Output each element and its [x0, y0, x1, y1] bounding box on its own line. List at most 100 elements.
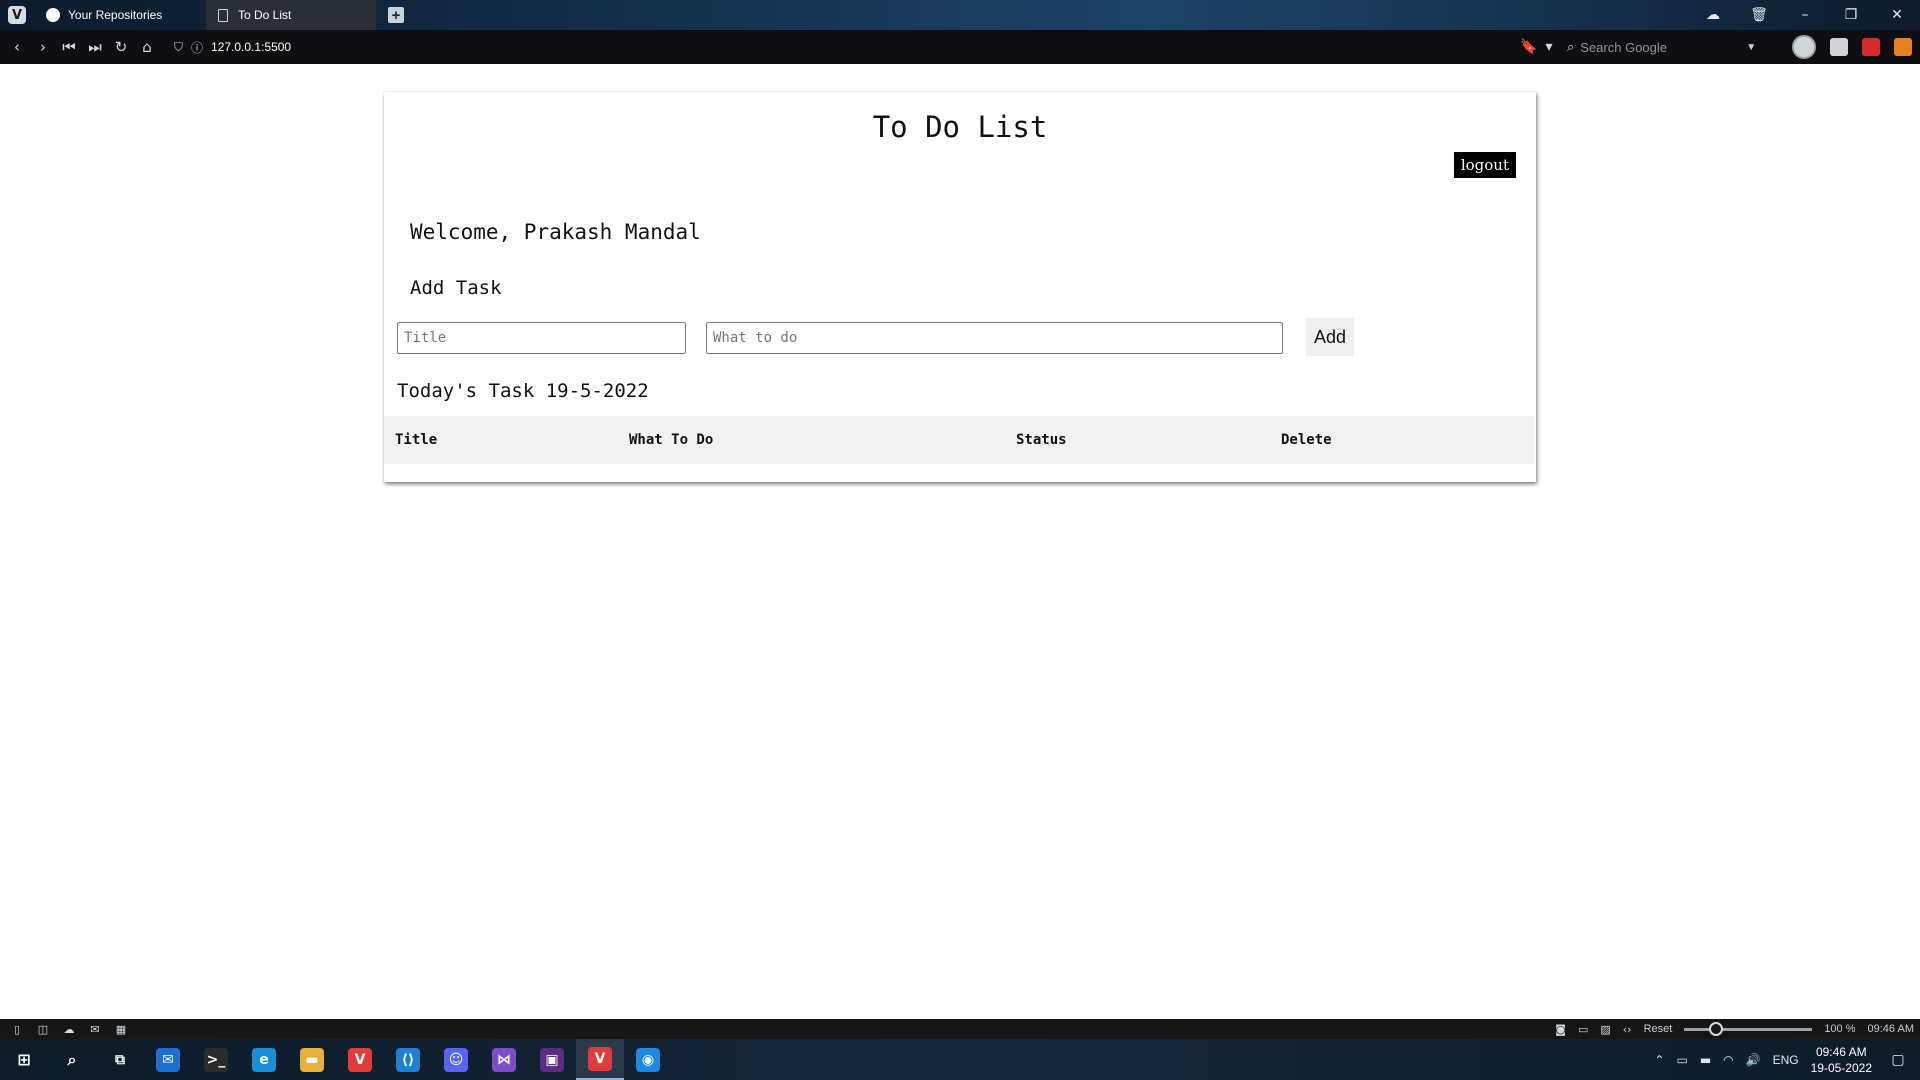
rider-icon: ▣ — [540, 1047, 564, 1072]
tab-label: Your Repositories — [68, 8, 163, 22]
clock-date: 19-05-2022 — [1810, 1060, 1872, 1075]
rewind-icon[interactable]: ⏮ — [56, 34, 82, 60]
cloud-icon[interactable]: ☁ — [62, 1023, 76, 1036]
site-info-icon[interactable]: ⓘ — [191, 39, 203, 56]
taskbar-app-vivaldi[interactable]: V — [336, 1039, 384, 1080]
chevron-down-icon[interactable]: ▾ — [1539, 39, 1559, 55]
task-table: Title What To Do Status Delete — [384, 416, 1534, 464]
zoom-level: 100 % — [1824, 1023, 1856, 1035]
file-explorer-icon: ▬ — [300, 1047, 324, 1072]
metamask-fox-icon[interactable] — [1894, 38, 1912, 56]
vivaldi-icon: V — [348, 1047, 372, 1072]
url-text[interactable]: 127.0.0.1:5500 — [211, 40, 291, 54]
taskbar-app-rider[interactable]: ▣ — [528, 1039, 576, 1080]
search-field[interactable]: ⌕ ▼ — [1567, 35, 1782, 59]
profile-avatar[interactable] — [1792, 35, 1816, 59]
panel-toggles: ▯ ◫ ☁ ✉ ▦ — [10, 1023, 128, 1036]
task-view-icon: ⧉ — [115, 1051, 125, 1068]
status-bar-right: ◙ ▭ ▨ ‹› Reset 100 % 09:46 AM — [1555, 1019, 1914, 1039]
firefox-dev-icon: ◉ — [636, 1047, 660, 1072]
cloud-sync-icon[interactable]: ☁ — [1690, 7, 1736, 23]
taskbar-app-vivaldi-active[interactable]: V — [576, 1039, 624, 1080]
column-header-what-to-do: What To Do — [629, 432, 714, 448]
url-field[interactable]: ⛉ ⓘ 127.0.0.1:5500 — [174, 39, 291, 56]
minimize-button[interactable]: – — [1782, 7, 1828, 23]
window-icon[interactable]: ▭ — [1578, 1023, 1588, 1036]
back-icon[interactable]: ‹ — [4, 34, 30, 60]
language-indicator[interactable]: ENG — [1773, 1053, 1799, 1067]
clock-time: 09:46 AM — [1815, 1044, 1867, 1059]
panel-toggle-icon[interactable]: ▯ — [10, 1023, 24, 1036]
tab-your-repositories[interactable]: Your Repositories — [36, 0, 206, 30]
code-icon[interactable]: ‹› — [1623, 1023, 1632, 1036]
tile-tabs-icon[interactable]: ◫ — [36, 1023, 50, 1036]
taskbar-app-firefox-dev[interactable]: ◉ — [624, 1039, 672, 1080]
vivaldi-active-icon: V — [588, 1046, 612, 1071]
start-button[interactable]: ⊞ — [0, 1039, 48, 1080]
taskbar-clock[interactable]: 09:46 AM 19-05-2022 — [1811, 1044, 1872, 1076]
taskbar-app-discord[interactable]: ☺ — [432, 1039, 480, 1080]
search-input[interactable] — [1580, 39, 1741, 55]
browser-status-bar: ▯ ◫ ☁ ✉ ▦ ◙ ▭ ▨ ‹› Reset 100 % 09:46 AM — [0, 1019, 1920, 1039]
shield-icon[interactable]: ⛉ — [174, 40, 183, 55]
zoom-reset-button[interactable]: Reset — [1644, 1023, 1673, 1035]
notification-center-icon[interactable]: ▢ — [1884, 1039, 1912, 1080]
system-tray: ⌃ ▭ ▬ ◠ 🔊 ENG 09:46 AM 19-05-2022 ▢ — [1654, 1039, 1920, 1080]
page-title: To Do List — [872, 110, 1048, 144]
task-view-button[interactable]: ⧉ — [96, 1039, 144, 1080]
address-bar-right: 🔖 ▾ ⌕ ▼ — [1519, 30, 1920, 64]
close-button[interactable]: ✕ — [1874, 7, 1920, 23]
visual-studio-icon: ⋈ — [492, 1047, 516, 1072]
discord-icon: ☺ — [444, 1047, 468, 1072]
new-tab-button[interactable]: + — [388, 7, 404, 23]
welcome-text: Welcome, Prakash Mandal — [410, 220, 701, 244]
address-bar: ‹ › ⏮ ⏭ ↻ ⌂ ⛉ ⓘ 127.0.0.1:5500 🔖 ▾ ⌕ ▼ — [0, 30, 1920, 64]
search-icon: ⌕ — [1567, 39, 1575, 55]
mail-icon[interactable]: ✉ — [88, 1023, 102, 1036]
search-icon: ⌕ — [67, 1049, 77, 1069]
github-icon — [46, 8, 60, 22]
tab-to-do-list[interactable]: To Do List — [206, 0, 376, 30]
extension-red-icon[interactable] — [1862, 38, 1880, 56]
bookmark-icon[interactable]: 🔖 — [1519, 39, 1539, 55]
restore-button[interactable]: ❐ — [1828, 7, 1874, 23]
trash-icon[interactable]: 🗑 — [1736, 7, 1782, 23]
logout-button[interactable]: logout — [1453, 152, 1516, 178]
volume-icon[interactable]: 🔊 — [1746, 1053, 1761, 1067]
battery-icon[interactable]: ▬ — [1700, 1053, 1711, 1067]
search-engine-dropdown-icon[interactable]: ▼ — [1746, 42, 1756, 53]
calendar-icon[interactable]: ▦ — [114, 1023, 128, 1036]
device-icon[interactable]: ▭ — [1676, 1053, 1687, 1067]
window-controls: ☁ 🗑 – ❐ ✕ — [1690, 0, 1920, 30]
add-button[interactable]: Add — [1306, 318, 1354, 356]
taskbar-app-terminal[interactable]: >_ — [192, 1039, 240, 1080]
taskbar-app-vscode[interactable]: ⟨⟩ — [384, 1039, 432, 1080]
mail-icon: ✉ — [156, 1047, 180, 1072]
home-icon[interactable]: ⌂ — [134, 34, 160, 60]
what-to-do-input[interactable] — [706, 322, 1283, 354]
todo-card: To Do List logout Welcome, Prakash Manda… — [384, 92, 1536, 482]
title-input[interactable] — [397, 322, 686, 354]
document-icon — [216, 8, 230, 22]
forward-icon[interactable]: › — [30, 34, 56, 60]
image-icon[interactable]: ▨ — [1600, 1023, 1610, 1036]
vivaldi-menu-icon[interactable]: V — [8, 6, 26, 24]
wifi-icon[interactable]: ◠ — [1723, 1053, 1733, 1067]
todays-task-heading: Today's Task 19-5-2022 — [397, 380, 649, 402]
zoom-slider[interactable] — [1684, 1021, 1813, 1036]
column-header-title: Title — [395, 432, 438, 448]
browser-tab-bar: V Your Repositories To Do List + ☁ 🗑 – ❐… — [0, 0, 1920, 30]
taskbar-app-mail[interactable]: ✉ — [144, 1039, 192, 1080]
chevron-up-icon[interactable]: ⌃ — [1654, 1053, 1664, 1067]
camera-icon[interactable]: ◙ — [1555, 1023, 1566, 1036]
status-clock: 09:46 AM — [1867, 1023, 1914, 1035]
zoom-slider-handle[interactable] — [1709, 1021, 1724, 1036]
fast-forward-icon[interactable]: ⏭ — [82, 34, 108, 60]
taskbar-app-visual-studio[interactable]: ⋈ — [480, 1039, 528, 1080]
taskbar-app-edge[interactable]: e — [240, 1039, 288, 1080]
search-button[interactable]: ⌕ — [48, 1039, 96, 1080]
reload-icon[interactable]: ↻ — [108, 34, 134, 60]
taskbar-app-file-explorer[interactable]: ▬ — [288, 1039, 336, 1080]
vscode-icon: ⟨⟩ — [396, 1047, 420, 1072]
extension-icon[interactable] — [1830, 38, 1848, 56]
